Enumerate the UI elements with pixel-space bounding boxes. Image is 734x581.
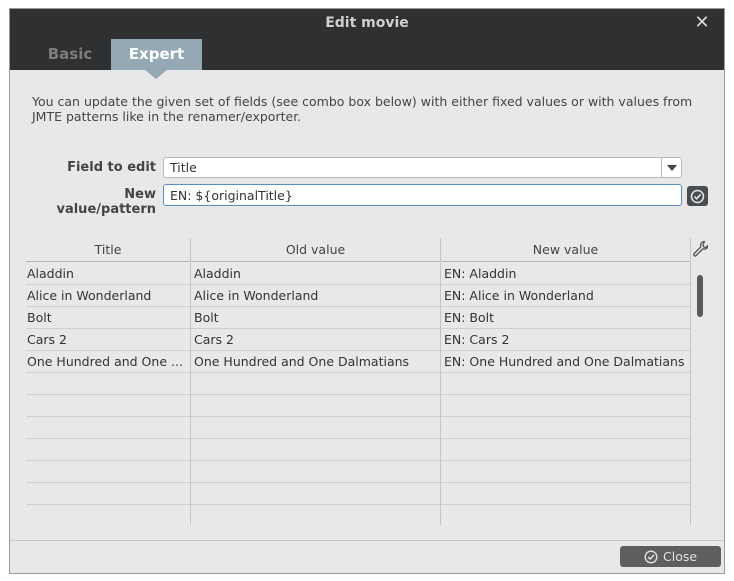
table-cell: Aladdin: [191, 263, 441, 285]
table-row[interactable]: [26, 461, 691, 483]
table-row[interactable]: Alice in Wonderland Alice in Wonderland EN…: [26, 285, 691, 307]
table-cell: [191, 461, 441, 483]
table-cell: [26, 417, 191, 439]
table-cell: [191, 373, 441, 395]
table-cell: Bolt: [26, 307, 191, 329]
table-cell: EN: Alice in Wonderland: [441, 285, 691, 307]
table-cell: [26, 461, 191, 483]
table-cell: Cars 2: [26, 329, 191, 351]
table-row[interactable]: Cars 2 Cars 2 EN: Cars 2: [26, 329, 691, 351]
table-cell: [26, 483, 191, 505]
tab-expert[interactable]: Expert: [111, 39, 202, 70]
close-button[interactable]: Close: [620, 546, 721, 567]
table-cell: Aladdin: [26, 263, 191, 285]
check-circle-icon: [690, 189, 705, 204]
column-header-old-value[interactable]: Old value: [191, 238, 441, 262]
scrollbar-thumb[interactable]: [697, 275, 703, 317]
pattern-input[interactable]: [163, 184, 682, 206]
table-row[interactable]: [26, 483, 691, 505]
table-cell: [191, 395, 441, 417]
table-row[interactable]: [26, 395, 691, 417]
close-circle-icon: [644, 550, 658, 564]
table-row[interactable]: Bolt Bolt EN: Bolt: [26, 307, 691, 329]
table-cell: EN: Aladdin: [441, 263, 691, 285]
table-scrollbar[interactable]: [695, 273, 705, 525]
table-cell: [441, 373, 691, 395]
table-cell: [191, 417, 441, 439]
table-cell: [441, 461, 691, 483]
table-row[interactable]: [26, 373, 691, 395]
table-cell: [441, 395, 691, 417]
active-tab-pointer: [145, 70, 167, 79]
table-row[interactable]: One Hundred and One ... One Hundred and O…: [26, 351, 691, 373]
tab-bar: Basic Expert: [10, 39, 724, 70]
table-cell: [191, 439, 441, 461]
table-cell: Bolt: [191, 307, 441, 329]
table-cell: [441, 505, 691, 525]
field-to-edit-label: Field to edit: [67, 160, 156, 175]
window-title: Edit movie: [325, 15, 409, 31]
table-cell: [191, 505, 441, 525]
wrench-icon[interactable]: [692, 240, 708, 258]
description-text: You can update the given set of fields (…: [32, 94, 693, 124]
chevron-down-icon[interactable]: [661, 158, 681, 177]
tab-basic[interactable]: Basic: [20, 39, 120, 70]
table-row[interactable]: Aladdin Aladdin EN: Aladdin: [26, 263, 691, 285]
table-row[interactable]: [26, 505, 691, 525]
table-cell: EN: Bolt: [441, 307, 691, 329]
table-row[interactable]: [26, 439, 691, 461]
table-header: Title Old value New value: [26, 238, 708, 262]
table-cell: [26, 395, 191, 417]
table-cell: One Hundred and One Dalmatians: [191, 351, 441, 373]
table-cell: [26, 505, 191, 525]
table-row[interactable]: [26, 417, 691, 439]
edit-movie-dialog: Edit movie ✕ Basic Expert You can update…: [9, 8, 725, 574]
table-cell: Alice in Wonderland: [191, 285, 441, 307]
table-cell: EN: One Hundred and One Dalmatians: [441, 351, 691, 373]
titlebar: Edit movie ✕: [10, 9, 724, 39]
close-icon[interactable]: ✕: [692, 13, 712, 33]
table-cell: [26, 373, 191, 395]
footer-divider: [10, 540, 724, 541]
table-cell: [26, 439, 191, 461]
apply-button[interactable]: [687, 186, 708, 206]
table-cell: [441, 483, 691, 505]
table-cell: EN: Cars 2: [441, 329, 691, 351]
table-cell: [191, 483, 441, 505]
table-cell: [441, 439, 691, 461]
column-header-new-value[interactable]: New value: [441, 238, 691, 262]
column-header-title[interactable]: Title: [26, 238, 191, 262]
close-button-label: Close: [663, 549, 698, 564]
field-combo-box[interactable]: Title: [163, 157, 682, 178]
table-cell: [441, 417, 691, 439]
table-cell: One Hundred and One ...: [26, 351, 191, 373]
table-cell: Cars 2: [191, 329, 441, 351]
preview-table: Title Old value New value Aladdin Aladdin…: [26, 238, 708, 525]
table-cell: Alice in Wonderland: [26, 285, 191, 307]
field-combo-value: Title: [170, 160, 197, 175]
new-value-pattern-label: New value/pattern: [56, 187, 156, 217]
